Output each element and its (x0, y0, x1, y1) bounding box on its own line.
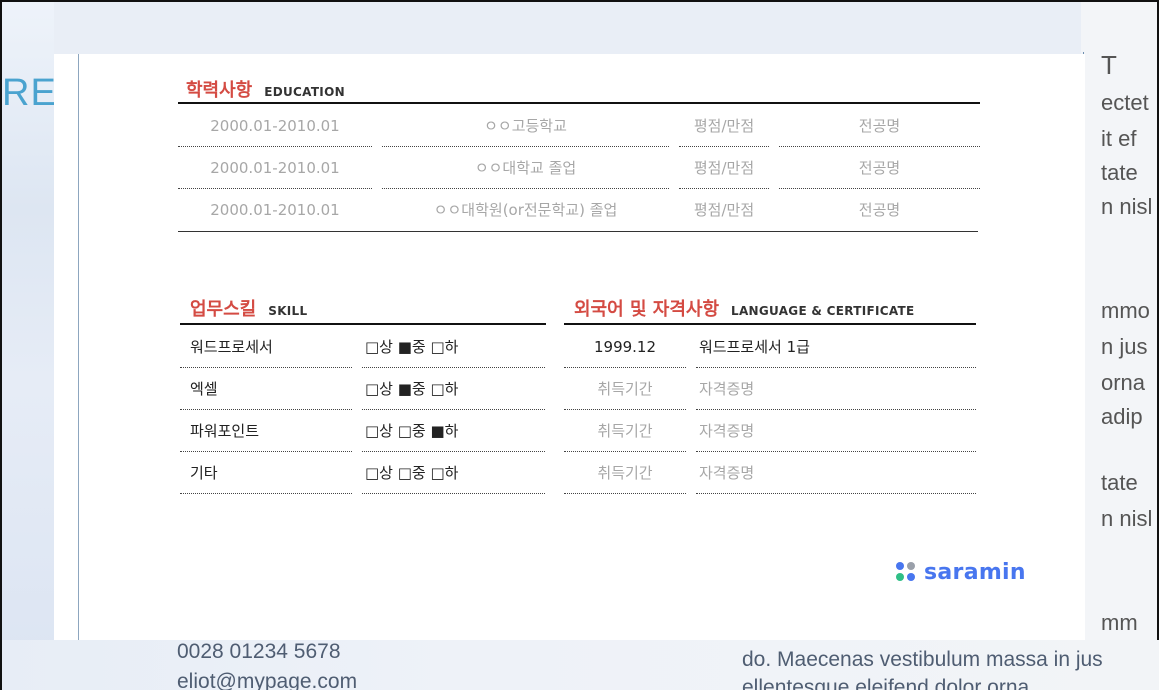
background-bottom-panel: 0028 01234 5678 eliot@mypage.com do. Mae… (2, 640, 1159, 690)
skill-level: □상 ■중 □하 (362, 368, 545, 410)
skill-name: 엑셀 (180, 368, 352, 410)
education-row: 2000.01-2010.01 ㅇㅇ대학교 졸업 평점/만점 전공명 (178, 147, 980, 189)
education-school: ㅇㅇ고등학교 (382, 105, 669, 147)
skill-header-rule (180, 323, 546, 325)
certificate-name: 자격증명 (696, 410, 976, 452)
skill-level: □상 □중 ■하 (362, 410, 545, 452)
education-period: 2000.01-2010.01 (178, 147, 372, 189)
background-text: orna (1101, 370, 1146, 395)
education-gpa: 평점/만점 (693, 201, 755, 219)
certificate-header-rule (564, 323, 976, 325)
background-text: n nisl (1101, 506, 1153, 531)
background-text: ectet (1101, 90, 1149, 115)
education-school: ㅇㅇ대학교 졸업 (382, 147, 669, 189)
certificate-date: 취득기간 (564, 410, 686, 452)
skill-title-ko: 업무스킬 (190, 299, 257, 320)
education-period: 2000.01-2010.01 (210, 201, 340, 219)
background-phone: 0028 01234 5678 (177, 640, 341, 663)
education-title-en: EDUCATION (264, 85, 345, 99)
certificate-date: 취득기간 (564, 368, 686, 410)
resume-card: 학력사항 EDUCATION 2000.01-2010.01 ㅇㅇ고등학교 평점… (54, 54, 1085, 640)
certificate-title-en: LANGUAGE & CERTIFICATE (731, 304, 915, 318)
skill-title-en: SKILL (268, 304, 308, 318)
education-period: 2000.01-2010.01 (178, 105, 372, 147)
certificate-title-ko: 외국어 및 자격사항 (574, 299, 720, 320)
background-text: mm (1101, 610, 1138, 635)
education-major: 전공명 (858, 201, 901, 219)
skill-row: 파워포인트 □상 □중 ■하 (180, 410, 545, 452)
background-text: it ef (1101, 126, 1137, 151)
background-text: tate (1101, 470, 1138, 495)
certificate-name: 자격증명 (696, 368, 976, 410)
background-text: n jus (1101, 334, 1148, 359)
skill-name: 워드프로세서 (180, 326, 352, 368)
certificate-name: 워드프로세서 1급 (696, 326, 976, 368)
certificate-section-title: 외국어 및 자격사항 LANGUAGE & CERTIFICATE (574, 295, 915, 321)
logo-wordmark: saramin (924, 560, 1026, 585)
education-footer-rule (178, 231, 978, 232)
education-major: 전공명 (779, 105, 980, 147)
skill-section-title: 업무스킬 SKILL (190, 295, 307, 321)
skill-row: 엑셀 □상 ■중 □하 (180, 368, 545, 410)
education-school: ㅇㅇ대학원(or전문학교) 졸업 (433, 201, 618, 219)
education-header-rule (178, 102, 980, 104)
skill-row: 워드프로세서 □상 ■중 □하 (180, 326, 545, 368)
certificate-date: 1999.12 (564, 326, 686, 368)
skill-name: 기타 (180, 452, 352, 494)
background-left-panel: RE (2, 2, 57, 690)
certificate-row: 취득기간 자격증명 (564, 410, 976, 452)
saramin-logo[interactable]: saramin (896, 560, 1026, 585)
education-gpa: 평점/만점 (679, 147, 769, 189)
education-section-title: 학력사항 EDUCATION (186, 76, 345, 102)
education-gpa: 평점/만점 (679, 105, 769, 147)
certificate-name: 자격증명 (696, 452, 976, 494)
skill-name: 파워포인트 (180, 410, 352, 452)
certificate-row: 취득기간 자격증명 (564, 368, 976, 410)
background-text: mmo (1101, 298, 1150, 323)
background-text: T (1101, 50, 1117, 80)
background-left-text: RE (2, 72, 57, 114)
certificate-row: 취득기간 자격증명 (564, 452, 976, 494)
background-right-panel: T ectet it ef tate n nisl mmo n jus orna… (1081, 2, 1157, 690)
certificate-date: 취득기간 (564, 452, 686, 494)
background-text: adip (1101, 404, 1143, 429)
education-row: 2000.01-2010.01 ㅇㅇ대학원(or전문학교) 졸업 평점/만점 전… (178, 189, 980, 231)
background-paragraph: do. Maecenas vestibulum massa in jus (742, 648, 1103, 671)
card-border-line (78, 54, 79, 640)
skill-level: □상 ■중 □하 (362, 326, 545, 368)
certificate-row: 1999.12 워드프로세서 1급 (564, 326, 976, 368)
education-row: 2000.01-2010.01 ㅇㅇ고등학교 평점/만점 전공명 (178, 105, 980, 147)
background-text: n nisl (1101, 194, 1153, 219)
background-email: eliot@mypage.com (177, 670, 358, 690)
background-text: tate (1101, 160, 1138, 185)
education-major: 전공명 (779, 147, 980, 189)
background-paragraph: ellentesque eleifend dolor orna (742, 676, 1030, 690)
skill-row: 기타 □상 □중 □하 (180, 452, 545, 494)
skill-level: □상 □중 □하 (362, 452, 545, 494)
education-title-ko: 학력사항 (186, 80, 253, 101)
logo-dots-icon (896, 561, 918, 584)
